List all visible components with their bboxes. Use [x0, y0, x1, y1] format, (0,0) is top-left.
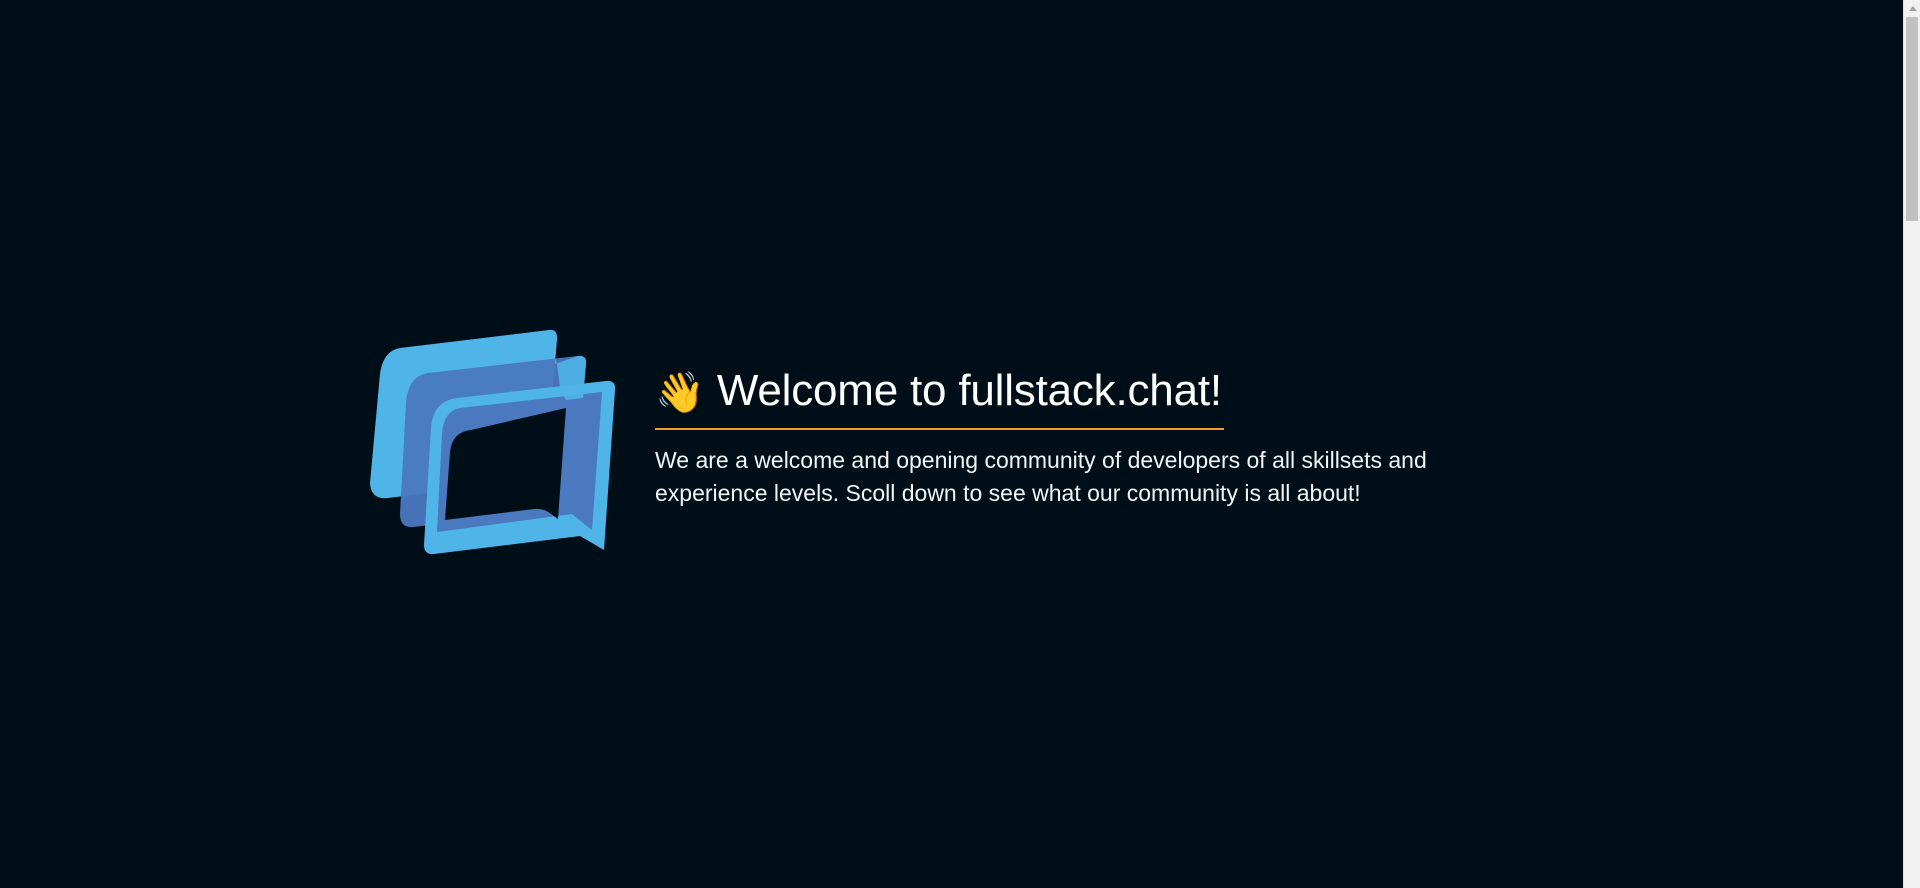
page: 👋 Welcome to fullstack.chat! We are a we… [0, 0, 1920, 888]
intro-text: We are a welcome and opening community o… [655, 447, 1427, 507]
waving-hand-icon: 👋 [655, 370, 705, 417]
hero-copy: 👋 Welcome to fullstack.chat! We are a we… [655, 366, 1455, 510]
page-title: Welcome to fullstack.chat! [716, 366, 1222, 415]
fullstack-chat-logo-icon [366, 328, 620, 558]
title-row: 👋 Welcome to fullstack.chat! [655, 366, 1224, 431]
scroll-up-arrow-icon[interactable] [1904, 0, 1920, 17]
scrollbar-thumb[interactable] [1906, 17, 1918, 221]
vertical-scrollbar[interactable] [1903, 0, 1920, 888]
hero-section: 👋 Welcome to fullstack.chat! We are a we… [366, 328, 1455, 558]
